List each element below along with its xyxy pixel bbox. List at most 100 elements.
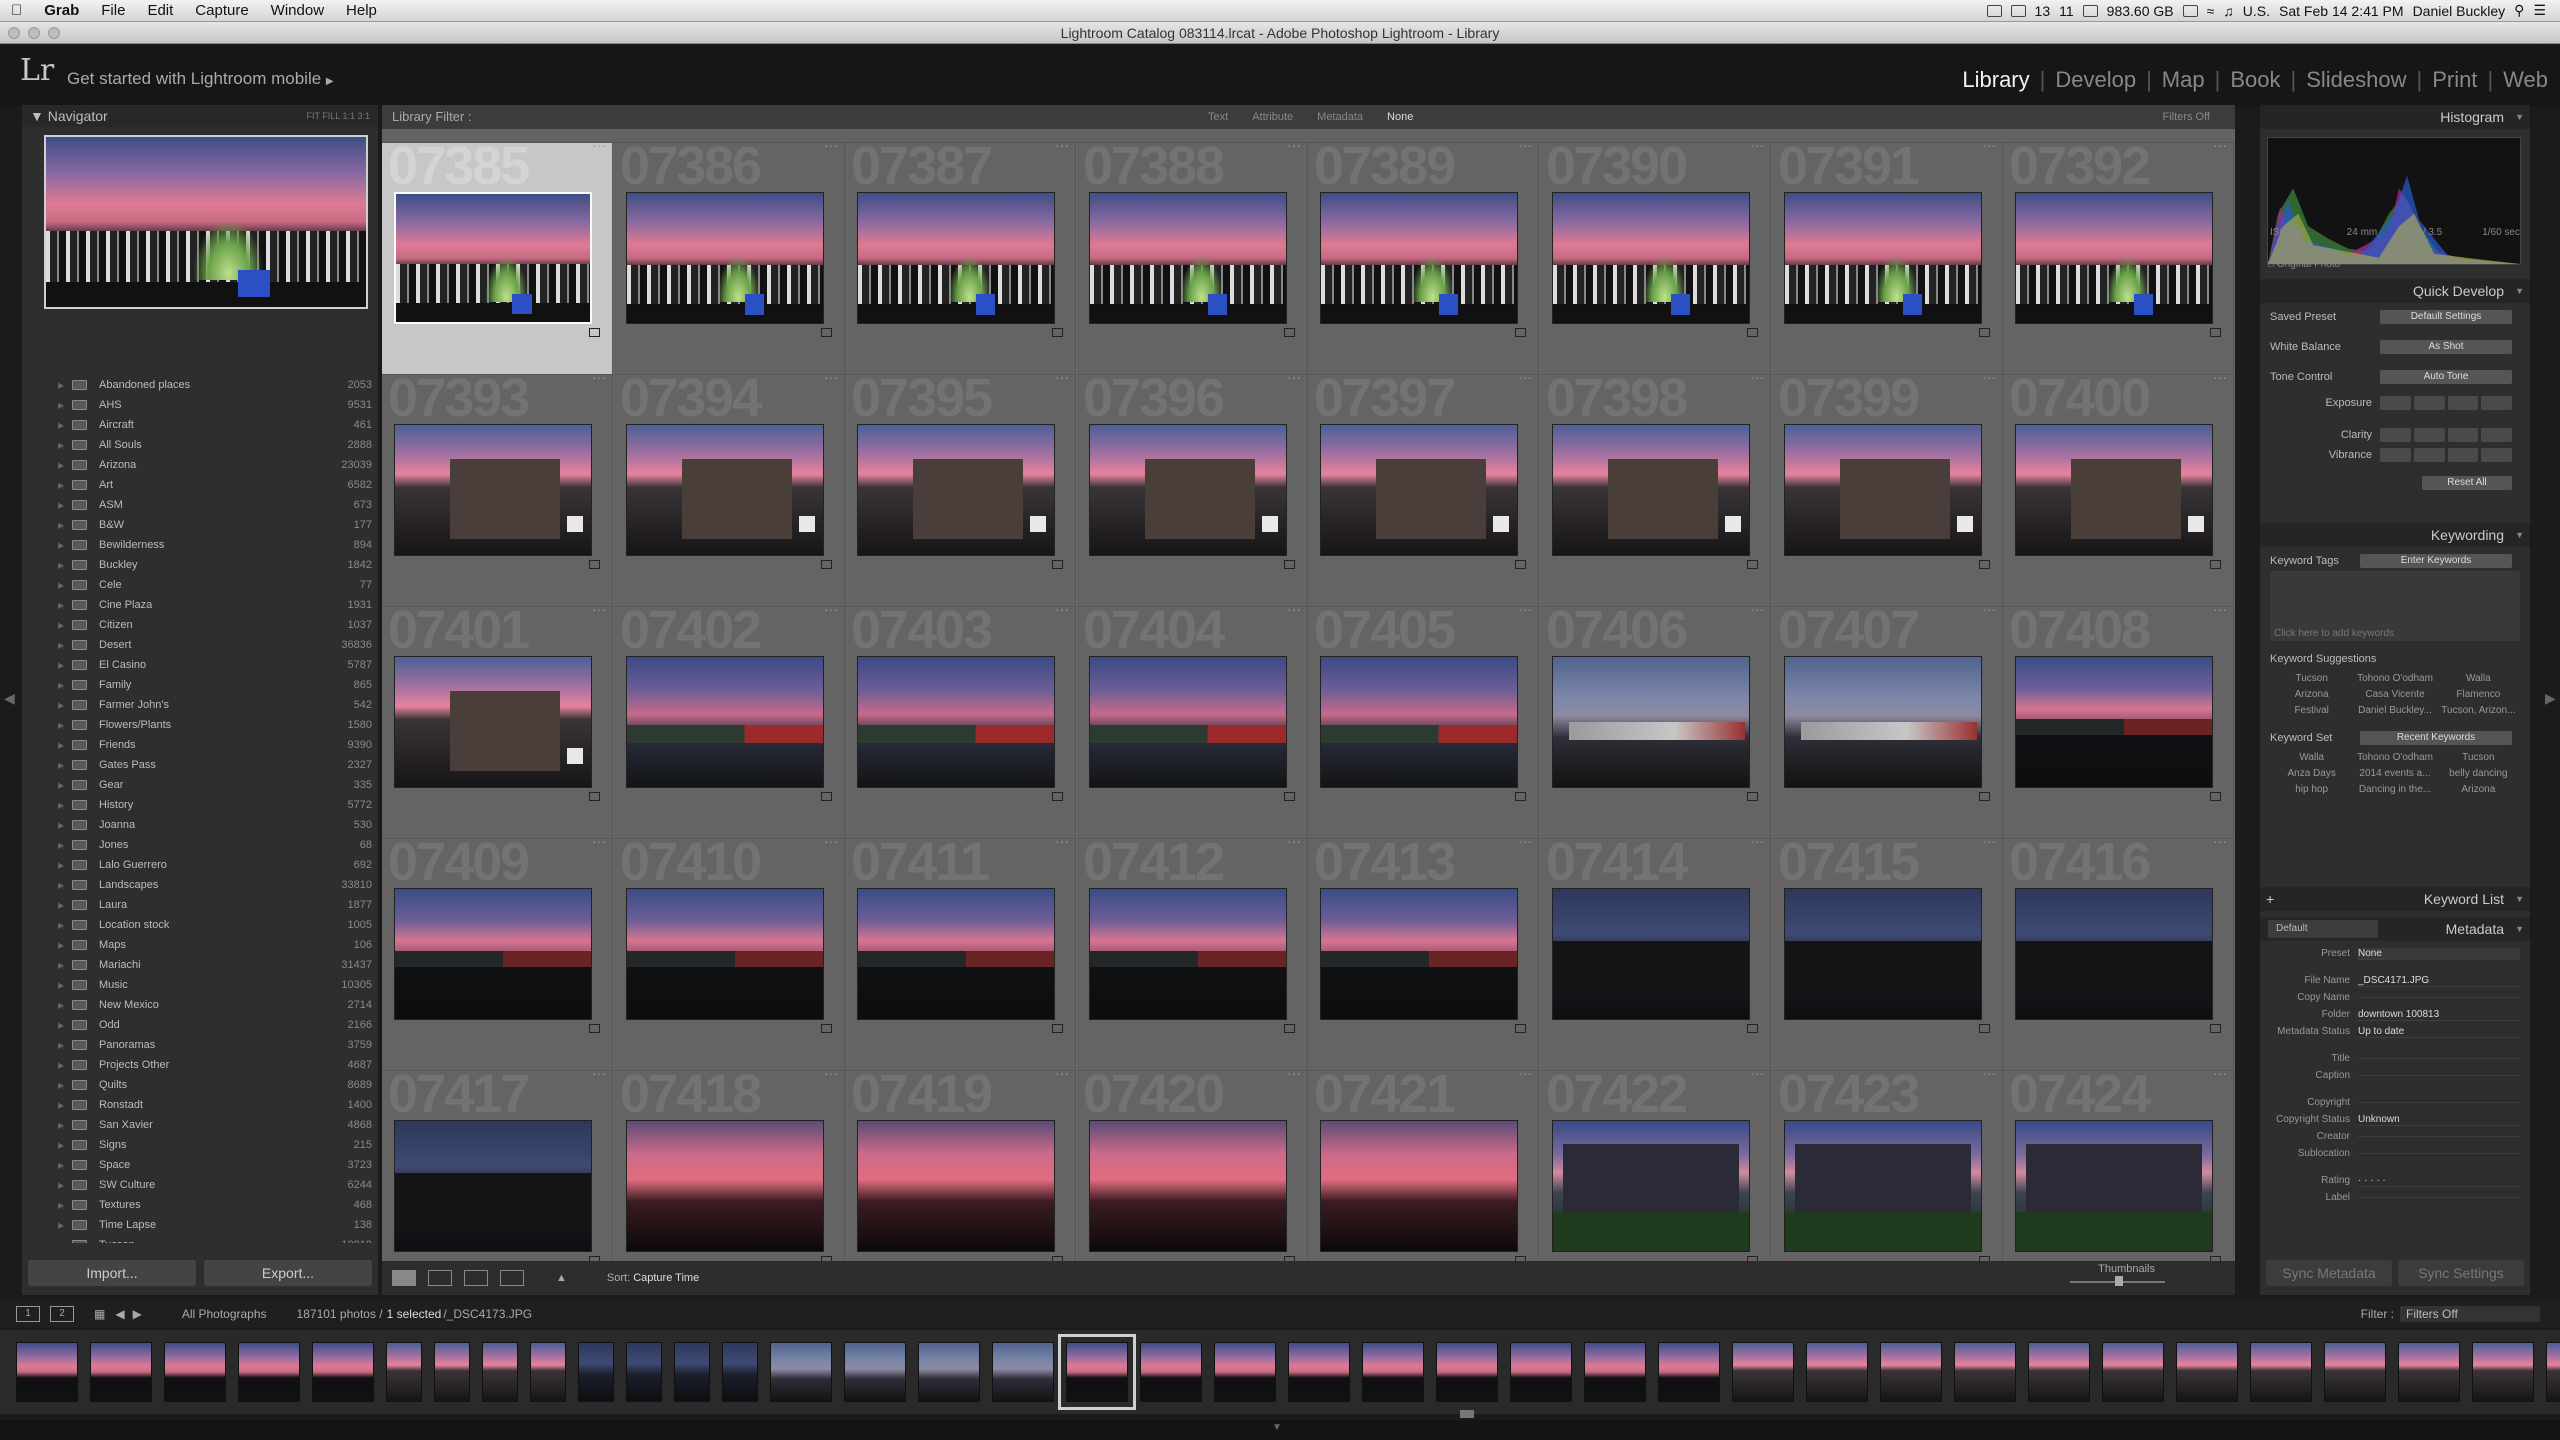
- filmstrip-thumbnail[interactable]: [578, 1342, 614, 1402]
- collection-item[interactable]: ▶ Projects Other 4687: [40, 1055, 380, 1075]
- edit-badge-icon[interactable]: [2210, 328, 2221, 337]
- collection-item[interactable]: ▶ Space 3723: [40, 1155, 380, 1175]
- navigator-header[interactable]: ▼ Navigator FIT FILL 1:1 3:1: [22, 105, 378, 127]
- photo-thumbnail[interactable]: [1784, 192, 1982, 324]
- photo-thumbnail[interactable]: [626, 888, 824, 1020]
- photo-thumbnail[interactable]: [2015, 424, 2213, 556]
- module-slideshow[interactable]: Slideshow: [2306, 67, 2406, 93]
- disclosure-triangle-icon[interactable]: ▶: [58, 821, 72, 830]
- spotlight-icon[interactable]: ⚲: [2514, 2, 2524, 19]
- metadata-value[interactable]: downtown 100813: [2358, 1009, 2520, 1021]
- filmstrip-thumbnail[interactable]: [1510, 1342, 1572, 1402]
- grid-cell[interactable]: 07400 ···: [2003, 375, 2234, 607]
- filmstrip-thumbnail[interactable]: [482, 1342, 518, 1402]
- photo-thumbnail[interactable]: [2015, 656, 2213, 788]
- edit-badge-icon[interactable]: [1979, 1024, 1990, 1033]
- edit-badge-icon[interactable]: [1515, 792, 1526, 801]
- collection-item[interactable]: ▶ Signs 215: [40, 1135, 380, 1155]
- module-book[interactable]: Book: [2230, 67, 2280, 93]
- original-photo-toggle[interactable]: □ Original Photo: [2268, 259, 2340, 270]
- collection-item[interactable]: ▶ Flowers/Plants 1580: [40, 715, 380, 735]
- auto-tone-button[interactable]: Auto Tone: [2380, 370, 2512, 384]
- grid-cell[interactable]: 07398 ···: [1540, 375, 1771, 607]
- collection-item[interactable]: ▶ Citizen 1037: [40, 615, 380, 635]
- collection-item[interactable]: ▶ El Casino 5787: [40, 655, 380, 675]
- cell-menu-icon[interactable]: ···: [1055, 143, 1069, 153]
- sync-settings-button[interactable]: Sync Settings: [2398, 1260, 2524, 1286]
- edit-badge-icon[interactable]: [1284, 328, 1295, 337]
- keyword-list-header[interactable]: + Keyword List: [2260, 887, 2530, 911]
- photo-thumbnail[interactable]: [1089, 656, 1287, 788]
- module-map[interactable]: Map: [2162, 67, 2205, 93]
- collection-item[interactable]: ▶ Arizona 23039: [40, 455, 380, 475]
- edit-badge-icon[interactable]: [2210, 1024, 2221, 1033]
- filter-status[interactable]: Filters Off: [2163, 105, 2210, 129]
- photo-thumbnail[interactable]: [394, 888, 592, 1020]
- clarity-buttons[interactable]: [2380, 428, 2512, 442]
- disclosure-triangle-icon[interactable]: ▶: [58, 921, 72, 930]
- grid-cell[interactable]: 07394 ···: [614, 375, 845, 607]
- edit-badge-icon[interactable]: [821, 560, 832, 569]
- module-web[interactable]: Web: [2503, 67, 2548, 93]
- collection-item[interactable]: ▶ Cine Plaza 1931: [40, 595, 380, 615]
- metadata-value[interactable]: _DSC4171.JPG: [2358, 975, 2520, 987]
- edit-badge-icon[interactable]: [1052, 560, 1063, 569]
- photo-thumbnail[interactable]: [1552, 888, 1750, 1020]
- menu-help[interactable]: Help: [335, 2, 388, 19]
- disclosure-triangle-icon[interactable]: ▶: [58, 1181, 72, 1190]
- photo-thumbnail[interactable]: [1784, 888, 1982, 1020]
- cell-menu-icon[interactable]: ···: [1518, 375, 1532, 385]
- grid-cell[interactable]: 07388 ···: [1077, 143, 1308, 375]
- photo-thumbnail[interactable]: [626, 192, 824, 324]
- collection-item[interactable]: ▶ Gates Pass 2327: [40, 755, 380, 775]
- kw-suggestion[interactable]: Casa Vicente: [2353, 689, 2436, 700]
- edit-badge-icon[interactable]: [1052, 1024, 1063, 1033]
- filmstrip-thumbnail[interactable]: [90, 1342, 152, 1402]
- module-print[interactable]: Print: [2432, 67, 2477, 93]
- kw-suggestion[interactable]: Festival: [2270, 705, 2353, 716]
- apple-icon[interactable]: : [0, 2, 33, 19]
- edit-badge-icon[interactable]: [1747, 792, 1758, 801]
- edit-badge-icon[interactable]: [2210, 792, 2221, 801]
- filmstrip-source[interactable]: All Photographs: [182, 1307, 267, 1321]
- sort-value[interactable]: Capture Time: [633, 1272, 699, 1284]
- grid-cell[interactable]: 07396 ···: [1077, 375, 1308, 607]
- edit-badge-icon[interactable]: [589, 1024, 600, 1033]
- collection-item[interactable]: ▶ Odd 2166: [40, 1015, 380, 1035]
- metadata-value[interactable]: [2358, 997, 2520, 998]
- edit-badge-icon[interactable]: [589, 792, 600, 801]
- grid-cell[interactable]: 07412 ···: [1077, 839, 1308, 1071]
- cell-menu-icon[interactable]: ···: [1982, 375, 1996, 385]
- collection-item[interactable]: ▶ Quilts 8689: [40, 1075, 380, 1095]
- edit-badge-icon[interactable]: [1284, 560, 1295, 569]
- notification-center-icon[interactable]: ☰: [2533, 2, 2546, 19]
- input-locale[interactable]: U.S.: [2243, 3, 2270, 19]
- menu-capture[interactable]: Capture: [184, 2, 259, 19]
- grid-cell[interactable]: 07420 ···: [1077, 1071, 1308, 1261]
- collection-item[interactable]: ▶ Art 6582: [40, 475, 380, 495]
- compare-view-icon[interactable]: [464, 1270, 488, 1286]
- cell-menu-icon[interactable]: ···: [1518, 1071, 1532, 1081]
- edit-badge-icon[interactable]: [1979, 792, 1990, 801]
- metadata-value[interactable]: [2358, 1136, 2520, 1137]
- kw-suggestion[interactable]: Flamenco: [2437, 689, 2520, 700]
- filmstrip-thumbnail[interactable]: [386, 1342, 422, 1402]
- grid-cell[interactable]: 07385 ···: [382, 143, 613, 375]
- time-machine-icon[interactable]: [2182, 4, 2198, 17]
- grid-cell[interactable]: 07411 ···: [845, 839, 1076, 1071]
- loupe-view-icon[interactable]: [428, 1270, 452, 1286]
- cell-menu-icon[interactable]: ···: [1750, 375, 1764, 385]
- export-button[interactable]: Export...: [204, 1260, 372, 1286]
- grid-cell[interactable]: 07421 ···: [1308, 1071, 1539, 1261]
- photo-thumbnail[interactable]: [857, 1120, 1055, 1252]
- notification-badge-2[interactable]: 11: [2059, 3, 2074, 19]
- filter-text[interactable]: Text: [1202, 105, 1234, 129]
- grid-cell[interactable]: 07407 ···: [1772, 607, 2003, 839]
- notification-badge[interactable]: 13: [2035, 3, 2051, 19]
- cell-menu-icon[interactable]: ···: [1055, 839, 1069, 849]
- disclosure-triangle-icon[interactable]: ▶: [58, 401, 72, 410]
- disclosure-triangle-icon[interactable]: ▶: [58, 481, 72, 490]
- cell-menu-icon[interactable]: ···: [2213, 375, 2227, 385]
- grid-cell[interactable]: 07399 ···: [1772, 375, 2003, 607]
- filmstrip-thumbnail[interactable]: [2472, 1342, 2534, 1402]
